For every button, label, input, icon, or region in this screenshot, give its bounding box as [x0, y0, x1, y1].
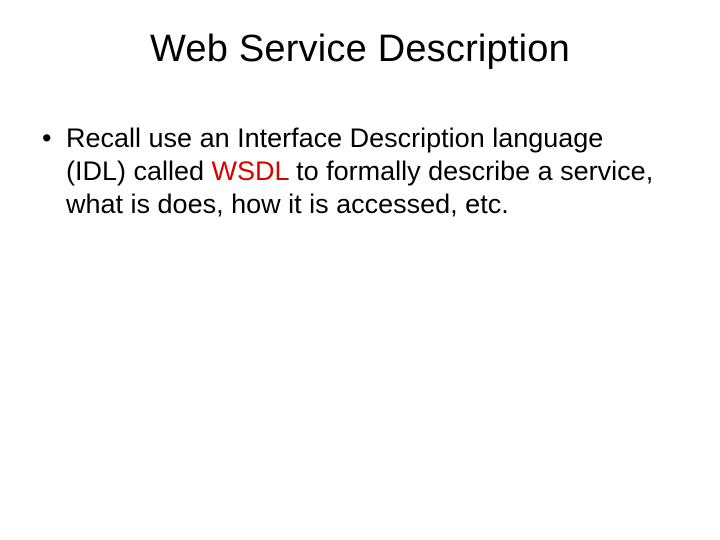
- slide-body: Recall use an Interface Description lang…: [38, 122, 660, 221]
- slide: Web Service Description Recall use an In…: [0, 0, 720, 540]
- bullet-item: Recall use an Interface Description lang…: [38, 122, 660, 221]
- bullet-text-highlight: WSDL: [212, 156, 289, 186]
- slide-title: Web Service Description: [0, 0, 720, 71]
- bullet-list: Recall use an Interface Description lang…: [38, 122, 660, 221]
